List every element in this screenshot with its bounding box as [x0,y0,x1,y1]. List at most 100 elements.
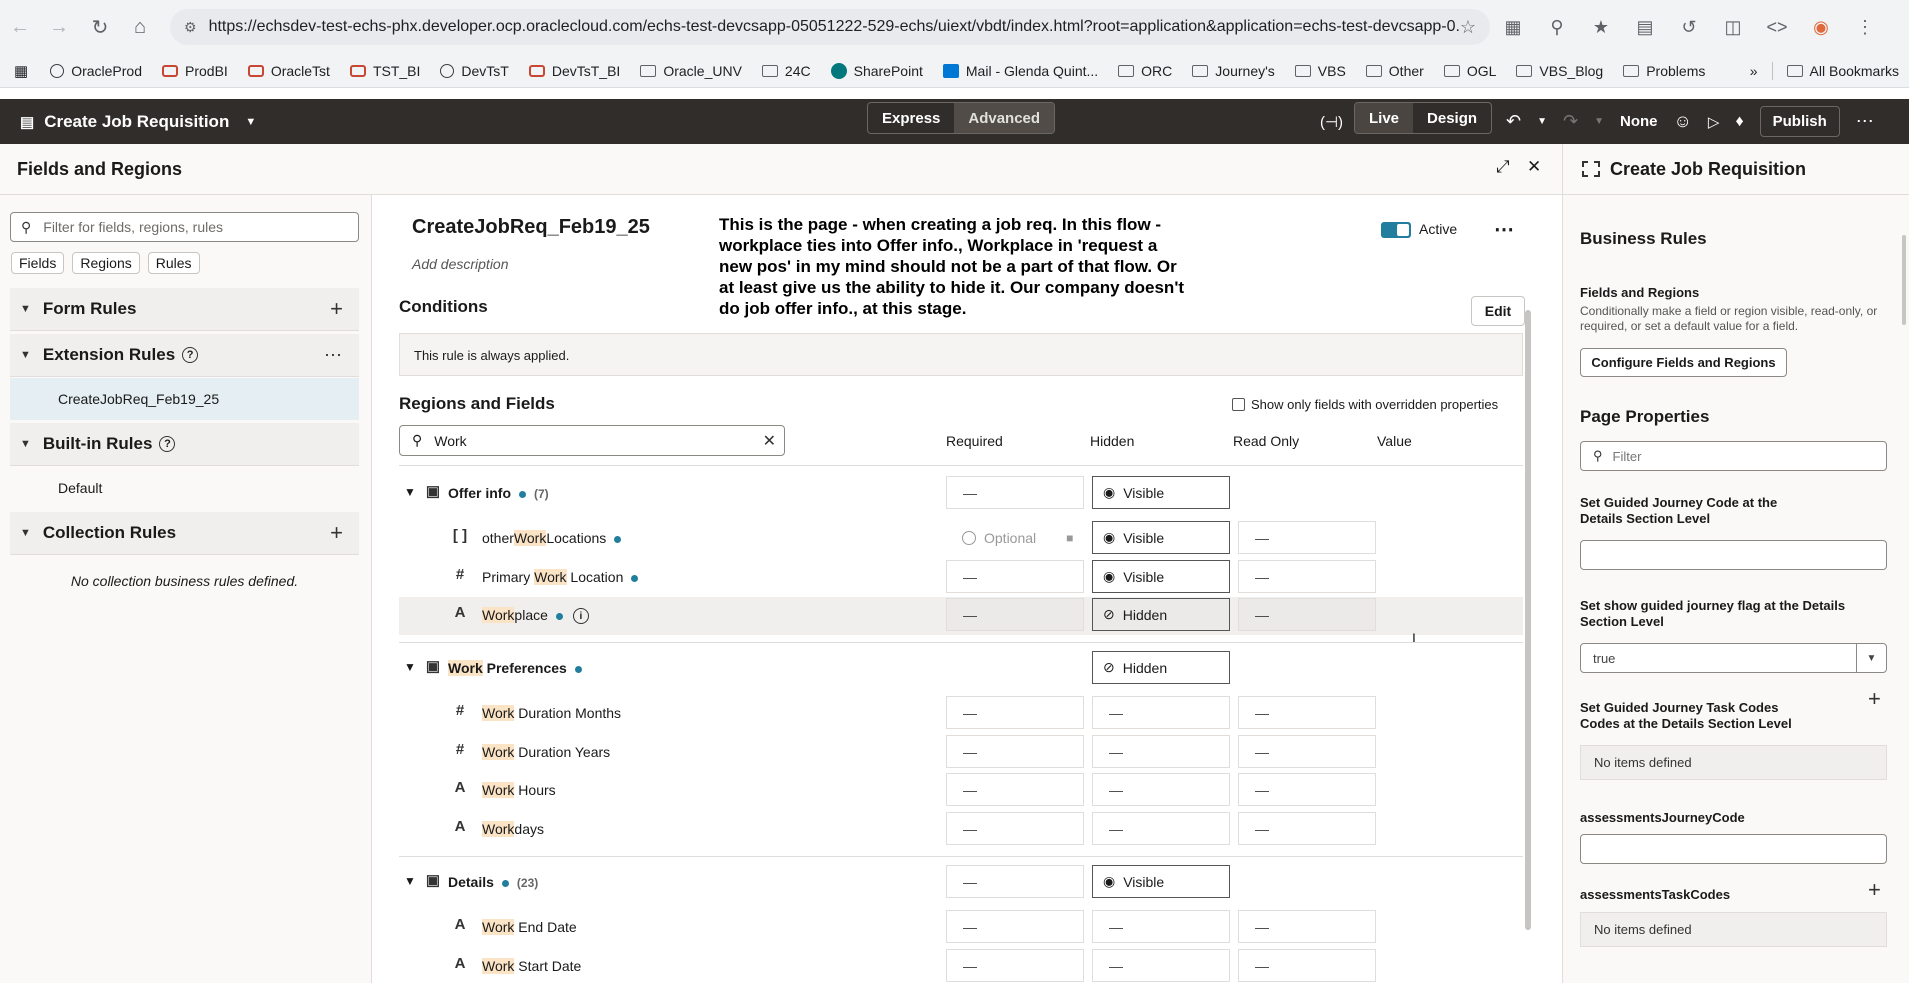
required-cell[interactable]: — [946,865,1084,898]
info-icon[interactable]: i [572,608,589,625]
page-selector[interactable]: ▤ Create Job Requisition ▼ [20,99,256,144]
more-icon[interactable]: ⋯ [1856,111,1874,132]
chip-regions[interactable]: Regions [72,252,140,274]
bookmark-tst-bi[interactable]: TST_BI [349,63,420,79]
chevron-down-icon[interactable]: ▼ [1856,644,1886,672]
region-row-work-preferences[interactable]: ▼ ▣ Work Preferences ⊘ Hidden [399,650,1523,688]
required-cell[interactable]: — [946,949,1084,982]
read-only-cell[interactable]: — [1238,949,1376,982]
clear-icon[interactable]: ✕ [763,431,776,451]
advanced-button[interactable]: Advanced [954,103,1055,133]
expand-icon[interactable]: ⤢ [1496,157,1510,177]
bookmark-24c[interactable]: 24C [761,63,811,79]
all-bookmarks[interactable]: All Bookmarks [1786,63,1899,79]
read-only-cell[interactable]: — [1238,696,1376,729]
gj-flag-select[interactable]: true ▼ [1580,643,1887,673]
bookmark-vbs-blog[interactable]: VBS_Blog [1516,63,1603,79]
bookmark-other[interactable]: Other [1365,63,1424,79]
live-button[interactable]: Live [1355,103,1414,133]
hidden-select[interactable]: ⊘ Hidden [1092,651,1230,684]
required-cell[interactable]: — [946,735,1084,768]
required-cell[interactable]: — [946,598,1084,631]
hidden-cell[interactable]: — [1092,735,1230,768]
read-only-cell[interactable]: — [1238,598,1376,631]
chip-fields[interactable]: Fields [11,252,65,274]
bookmark-devtst-bi[interactable]: DevTsT_BI [528,63,620,79]
favorites-icon[interactable]: ★ [1586,11,1616,43]
hidden-cell[interactable]: — [1092,696,1230,729]
add-icon[interactable]: + [1868,686,1881,712]
hidden-select[interactable]: ◉ Visible [1092,476,1230,509]
add-description[interactable]: Add description [412,256,509,272]
extension-icon[interactable]: ▦ [1498,11,1528,43]
read-only-cell[interactable]: — [1238,560,1376,593]
more-bookmarks-icon[interactable]: » [1750,63,1758,79]
fields-search-input[interactable]: ⚲ Work ✕ [399,425,785,456]
required-cell[interactable]: — [946,560,1084,593]
properties-filter-input[interactable]: ⚲ Filter [1580,441,1887,471]
bookmark-prodbi[interactable]: ProdBI [162,63,228,79]
hidden-cell[interactable]: — [1092,773,1230,806]
bookmark-oracle-unv[interactable]: Oracle_UNV [640,63,742,79]
field-row-other-work-locations[interactable]: [ ] otherWorkLocations Optional ■ ◉ Visibl… [399,520,1523,558]
required-cell[interactable]: — [946,773,1084,806]
required-cell[interactable]: — [946,696,1084,729]
field-row-primary-work-location[interactable]: # Primary Work Location — ◉ Visible — [399,559,1523,597]
show-overridden-checkbox[interactable]: Show only fields with overridden propert… [1232,397,1498,412]
configure-fields-button[interactable]: Configure Fields and Regions [1580,348,1787,377]
address-bar[interactable]: ⚙ https://echsdev-test-echs-phx.develope… [170,9,1490,45]
bookmark-vbs[interactable]: VBS [1294,63,1346,79]
bookmark-oracleprod[interactable]: OracleProd [50,63,142,79]
field-row-work-duration-months[interactable]: # Work Duration Months — — — [399,695,1523,733]
caret-down-icon[interactable]: ▼ [404,485,416,499]
reload-icon[interactable]: ↻ [84,11,116,43]
scrollbar[interactable] [1525,310,1531,930]
profile-icon[interactable]: ◉ [1806,11,1836,43]
edit-button[interactable]: Edit [1471,296,1525,326]
radio[interactable] [962,530,976,545]
builtin-rules-section[interactable]: ▼ Built-in Rules ? [10,423,359,466]
chip-rules[interactable]: Rules [147,252,200,274]
back-icon[interactable]: ← [4,11,36,43]
bookmark-ogl[interactable]: OGL [1443,63,1496,79]
variables-icon[interactable]: (⊣) [1320,113,1343,131]
bookmark-orc[interactable]: ORC [1118,63,1172,79]
more-icon[interactable]: ⋯ [1494,217,1515,242]
read-only-cell[interactable]: — [1238,812,1376,845]
history-icon[interactable]: ↺ [1674,11,1704,43]
close-icon[interactable]: ✕ [1527,157,1541,177]
chevron-down-icon[interactable]: ▼ [1594,116,1604,127]
rules-filter-input[interactable]: ⚲ Filter for fields, regions, rules [10,212,359,242]
required-cell[interactable]: Optional ■ [946,521,1084,554]
trash-icon[interactable]: ◫ [1718,11,1748,43]
field-row-work-hours[interactable]: A Work Hours — — — [399,772,1523,810]
read-only-cell[interactable]: — [1238,521,1376,554]
bookmark-oracletst[interactable]: OracleTst [247,63,330,79]
required-cell[interactable]: — [946,910,1084,943]
add-icon[interactable]: + [330,520,343,546]
help-icon[interactable]: ? [182,347,199,363]
express-button[interactable]: Express [868,103,954,133]
rule-item-default[interactable]: Default [10,467,359,509]
field-row-work-duration-years[interactable]: # Work Duration Years — — — [399,734,1523,772]
more-icon[interactable]: ⋯ [324,345,343,366]
read-only-cell[interactable]: — [1238,773,1376,806]
bell-icon[interactable]: ♦ [1735,113,1743,131]
bookmark-journeys[interactable]: Journey's [1192,63,1275,79]
caret-down-icon[interactable]: ▼ [404,660,416,674]
required-cell[interactable]: — [946,812,1084,845]
hidden-select[interactable]: ◉ Visible [1092,865,1230,898]
home-icon[interactable]: ⌂ [124,11,156,43]
extension-rules-section[interactable]: ▼ Extension Rules ? ⋯ [10,334,359,377]
design-button[interactable]: Design [1413,103,1491,133]
field-row-workplace[interactable]: A Workplace i — ⊘ Hidden — [399,597,1523,635]
redo-icon[interactable]: ↷ [1563,111,1578,132]
form-rules-section[interactable]: ▼ Form Rules + [10,288,359,331]
field-row-workdays[interactable]: A Workdays — — — [399,811,1523,849]
field-row-work-start-date[interactable]: A Work Start Date — — — [399,948,1523,983]
undo-icon[interactable]: ↶ [1506,111,1521,132]
region-row-details[interactable]: ▼ ▣ Details (23) — ◉ Visible [399,864,1523,902]
code-icon[interactable]: <> [1762,11,1792,43]
read-only-cell[interactable]: — [1238,910,1376,943]
assessments-journey-code-input[interactable] [1580,834,1887,864]
